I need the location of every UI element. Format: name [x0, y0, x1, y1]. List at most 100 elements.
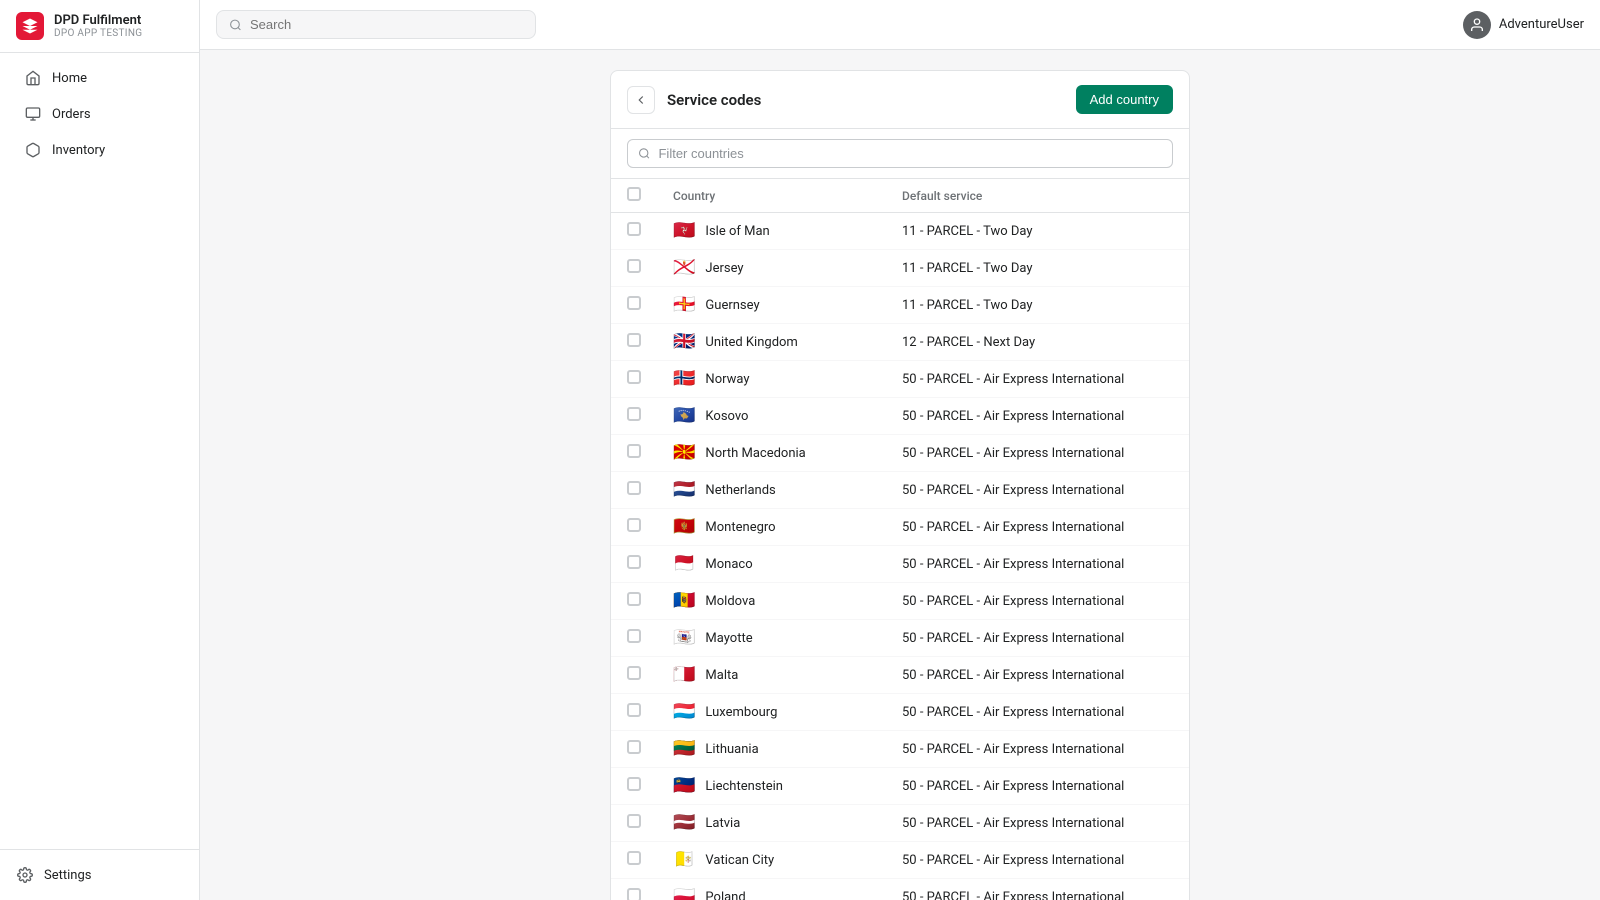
table-row[interactable]: 🇲🇩 Moldova 50 - PARCEL - Air Express Int…	[611, 583, 1189, 620]
row-checkbox[interactable]	[627, 555, 641, 569]
table-row[interactable]: 🇽🇰 Kosovo 50 - PARCEL - Air Express Inte…	[611, 398, 1189, 435]
filter-countries-input[interactable]	[658, 146, 1162, 161]
select-all-checkbox[interactable]	[627, 187, 641, 201]
table-row[interactable]: 🇲🇰 North Macedonia 50 - PARCEL - Air Exp…	[611, 435, 1189, 472]
filter-input-wrap[interactable]	[627, 139, 1173, 168]
table-row[interactable]: 🇻🇦 Vatican City 50 - PARCEL - Air Expres…	[611, 842, 1189, 879]
table-header: Country Default service	[611, 179, 1189, 213]
search-input[interactable]	[250, 17, 523, 32]
row-checkbox[interactable]	[627, 703, 641, 717]
topbar: AdventureUser	[200, 0, 1600, 50]
table-row[interactable]: 🇳🇴 Norway 50 - PARCEL - Air Express Inte…	[611, 361, 1189, 398]
table-row[interactable]: 🇲🇪 Montenegro 50 - PARCEL - Air Express …	[611, 509, 1189, 546]
row-checkbox[interactable]	[627, 444, 641, 458]
row-checkbox[interactable]	[627, 666, 641, 680]
row-checkbox-cell	[611, 694, 657, 731]
sidebar-nav: Home Orders Inventory	[0, 53, 199, 849]
row-country-cell: 🇲🇨 Monaco	[657, 546, 886, 583]
table-row[interactable]: 🇲🇨 Monaco 50 - PARCEL - Air Express Inte…	[611, 546, 1189, 583]
country-flag: 🇱🇻	[673, 814, 695, 832]
table-row[interactable]: 🇱🇻 Latvia 50 - PARCEL - Air Express Inte…	[611, 805, 1189, 842]
row-service-cell: 50 - PARCEL - Air Express International	[886, 583, 1189, 620]
row-checkbox-cell	[611, 768, 657, 805]
country-name: Isle of Man	[705, 224, 769, 239]
row-checkbox-cell	[611, 287, 657, 324]
sidebar-label-settings: Settings	[44, 868, 91, 883]
country-name: Latvia	[705, 816, 740, 831]
row-checkbox-cell	[611, 324, 657, 361]
country-flag: 🇱🇮	[673, 777, 695, 795]
row-checkbox[interactable]	[627, 407, 641, 421]
sidebar-item-orders[interactable]: Orders	[8, 97, 191, 131]
user-area[interactable]: AdventureUser	[1463, 11, 1584, 39]
country-name: Vatican City	[705, 853, 774, 868]
row-service-cell: 50 - PARCEL - Air Express International	[886, 842, 1189, 879]
row-checkbox-cell	[611, 805, 657, 842]
sidebar-app-subtitle: DPO APP TESTING	[54, 28, 142, 39]
row-service-cell: 50 - PARCEL - Air Express International	[886, 361, 1189, 398]
card-header-left: Service codes	[627, 86, 761, 114]
row-checkbox[interactable]	[627, 814, 641, 828]
country-name: Guernsey	[705, 298, 759, 313]
table-row[interactable]: 🇱🇮 Liechtenstein 50 - PARCEL - Air Expre…	[611, 768, 1189, 805]
row-service-cell: 50 - PARCEL - Air Express International	[886, 694, 1189, 731]
row-checkbox[interactable]	[627, 333, 641, 347]
country-flag: 🇲🇩	[673, 592, 695, 610]
row-country-cell: 🇻🇦 Vatican City	[657, 842, 886, 879]
country-flag: 🇲🇹	[673, 666, 695, 684]
row-checkbox[interactable]	[627, 518, 641, 532]
country-name: Moldova	[705, 594, 755, 609]
sidebar-bottom: Settings	[0, 849, 199, 900]
table-row[interactable]: 🇾🇹 Mayotte 50 - PARCEL - Air Express Int…	[611, 620, 1189, 657]
row-checkbox[interactable]	[627, 629, 641, 643]
country-flag: 🇱🇺	[673, 703, 695, 721]
country-flag: 🇳🇴	[673, 370, 695, 388]
table-row[interactable]: 🇲🇹 Malta 50 - PARCEL - Air Express Inter…	[611, 657, 1189, 694]
user-name: AdventureUser	[1499, 17, 1584, 32]
main: AdventureUser Service codes Add country	[200, 0, 1600, 900]
table-row[interactable]: 🇮🇲 Isle of Man 11 - PARCEL - Two Day	[611, 213, 1189, 250]
add-country-button[interactable]: Add country	[1076, 85, 1173, 114]
row-checkbox[interactable]	[627, 777, 641, 791]
row-checkbox[interactable]	[627, 259, 641, 273]
country-flag: 🇯🇪	[673, 259, 695, 277]
card-header: Service codes Add country	[611, 71, 1189, 129]
sidebar-label-inventory: Inventory	[52, 143, 105, 158]
sidebar-item-settings[interactable]: Settings	[8, 858, 191, 892]
row-country-cell: 🇾🇹 Mayotte	[657, 620, 886, 657]
country-name: Montenegro	[705, 520, 775, 535]
table-row[interactable]: 🇯🇪 Jersey 11 - PARCEL - Two Day	[611, 250, 1189, 287]
country-flag: 🇲🇨	[673, 555, 695, 573]
table-row[interactable]: 🇳🇱 Netherlands 50 - PARCEL - Air Express…	[611, 472, 1189, 509]
country-name: Luxembourg	[705, 705, 777, 720]
back-button[interactable]	[627, 86, 655, 114]
country-flag: 🇬🇬	[673, 296, 695, 314]
row-country-cell: 🇲🇪 Montenegro	[657, 509, 886, 546]
country-flag: 🇳🇱	[673, 481, 695, 499]
row-checkbox-cell	[611, 620, 657, 657]
row-checkbox[interactable]	[627, 851, 641, 865]
table-row[interactable]: 🇵🇱 Poland 50 - PARCEL - Air Express Inte…	[611, 879, 1189, 900]
row-checkbox-cell	[611, 657, 657, 694]
row-checkbox[interactable]	[627, 296, 641, 310]
row-checkbox[interactable]	[627, 888, 641, 900]
row-checkbox[interactable]	[627, 222, 641, 236]
row-country-cell: 🇯🇪 Jersey	[657, 250, 886, 287]
country-name: Poland	[705, 890, 745, 900]
search-bar[interactable]	[216, 10, 536, 39]
row-country-cell: 🇽🇰 Kosovo	[657, 398, 886, 435]
row-service-cell: 11 - PARCEL - Two Day	[886, 213, 1189, 250]
table-row[interactable]: 🇬🇬 Guernsey 11 - PARCEL - Two Day	[611, 287, 1189, 324]
row-checkbox[interactable]	[627, 592, 641, 606]
search-icon	[229, 18, 242, 32]
country-name: Monaco	[705, 557, 752, 572]
row-checkbox[interactable]	[627, 370, 641, 384]
sidebar-item-home[interactable]: Home	[8, 61, 191, 95]
table-row[interactable]: 🇱🇺 Luxembourg 50 - PARCEL - Air Express …	[611, 694, 1189, 731]
country-name: Lithuania	[705, 742, 758, 757]
row-checkbox[interactable]	[627, 740, 641, 754]
row-checkbox[interactable]	[627, 481, 641, 495]
table-row[interactable]: 🇱🇹 Lithuania 50 - PARCEL - Air Express I…	[611, 731, 1189, 768]
sidebar-item-inventory[interactable]: Inventory	[8, 133, 191, 167]
table-row[interactable]: 🇬🇧 United Kingdom 12 - PARCEL - Next Day	[611, 324, 1189, 361]
